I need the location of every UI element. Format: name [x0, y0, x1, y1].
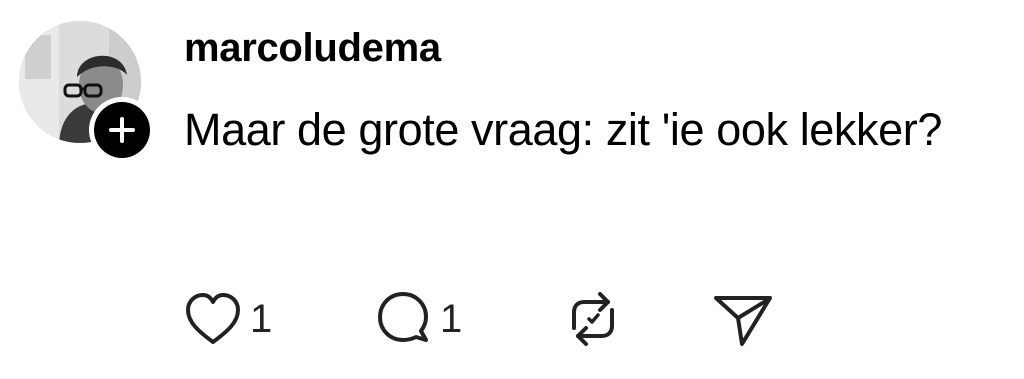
paper-plane-icon	[714, 296, 772, 346]
username[interactable]: marcoludema	[184, 22, 441, 74]
follow-badge-circle	[94, 102, 150, 158]
reply-count: 1	[440, 297, 463, 341]
like-count: 1	[250, 297, 273, 341]
heart-icon	[186, 293, 240, 344]
repost-button[interactable]	[562, 288, 624, 350]
post-text: Maar de grote vraag: zit 'ie ook lekker?	[184, 104, 942, 155]
speech-bubble-icon	[378, 292, 428, 342]
plus-icon	[109, 117, 135, 143]
author-avatar-group	[19, 21, 155, 163]
like-button[interactable]: 1	[184, 288, 272, 350]
reply-button[interactable]: 1	[374, 288, 462, 350]
follow-button[interactable]	[89, 97, 155, 163]
thread-post: marcoludema Maar de grote vraag: zit 'ie…	[0, 0, 1024, 379]
share-button[interactable]	[712, 288, 774, 350]
repost-arrows-icon	[572, 292, 614, 346]
